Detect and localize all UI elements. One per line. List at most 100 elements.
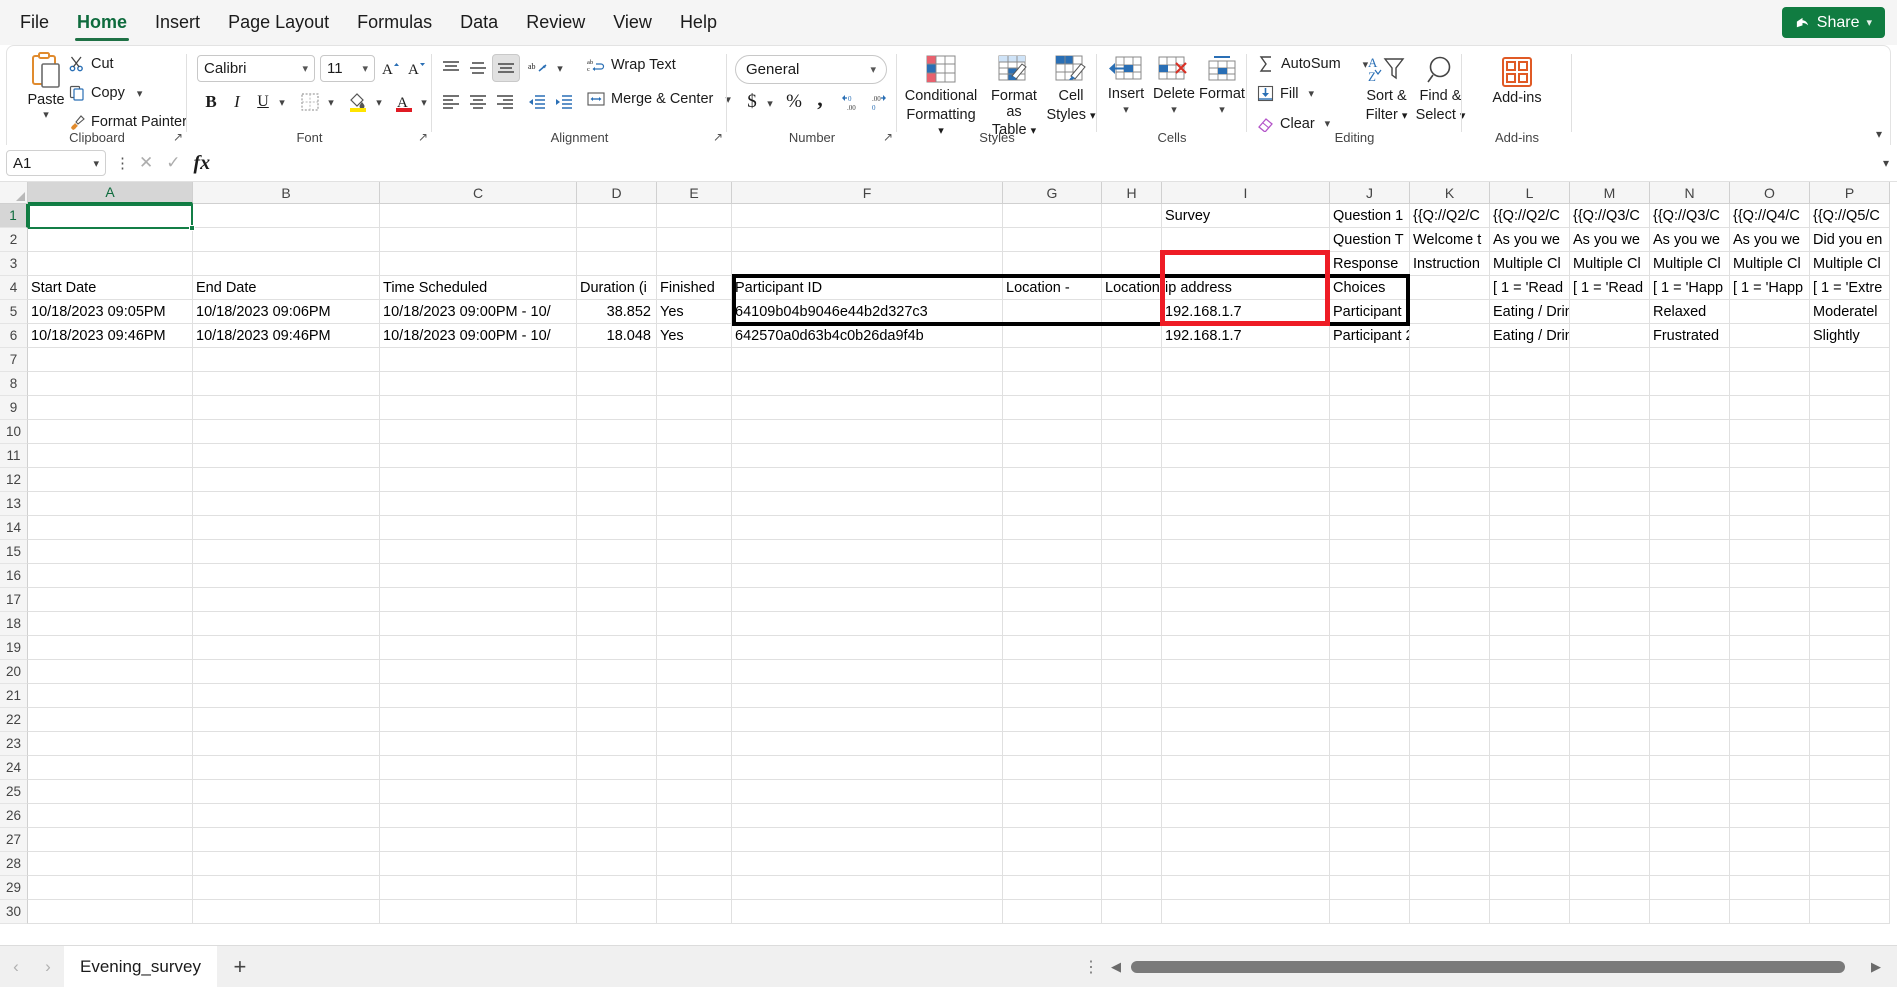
cell-A10[interactable] xyxy=(28,420,193,444)
underline-options-chevron-icon[interactable]: ▾ xyxy=(275,92,289,112)
borders-button[interactable] xyxy=(297,90,323,114)
cell-O25[interactable] xyxy=(1730,780,1810,804)
cell-D7[interactable] xyxy=(577,348,657,372)
cell-G30[interactable] xyxy=(1003,900,1102,924)
cell-P22[interactable] xyxy=(1810,708,1890,732)
cell-D21[interactable] xyxy=(577,684,657,708)
cell-F9[interactable] xyxy=(732,396,1003,420)
cell-J29[interactable] xyxy=(1330,876,1410,900)
cell-F6[interactable]: 642570a0d63b4c0b26da9f4b xyxy=(732,324,1003,348)
cell-O28[interactable] xyxy=(1730,852,1810,876)
cell-L4[interactable]: [ 1 = 'Read xyxy=(1490,276,1570,300)
format-cells-button[interactable]: Format ▾ xyxy=(1198,54,1246,116)
cell-N4[interactable]: [ 1 = 'Happ xyxy=(1650,276,1730,300)
borders-chevron-icon[interactable]: ▾ xyxy=(324,92,338,112)
cell-F17[interactable] xyxy=(732,588,1003,612)
cell-E12[interactable] xyxy=(657,468,732,492)
row-header-23[interactable]: 23 xyxy=(0,732,28,756)
cell-E24[interactable] xyxy=(657,756,732,780)
cell-N30[interactable] xyxy=(1650,900,1730,924)
cell-G6[interactable] xyxy=(1003,324,1102,348)
cell-N21[interactable] xyxy=(1650,684,1730,708)
cell-A17[interactable] xyxy=(28,588,193,612)
chevron-down-icon[interactable]: ▾ xyxy=(43,108,49,121)
cell-D24[interactable] xyxy=(577,756,657,780)
cell-styles-button[interactable]: Cell Styles ▾ xyxy=(1045,54,1097,124)
cell-N25[interactable] xyxy=(1650,780,1730,804)
cell-H3[interactable] xyxy=(1102,252,1162,276)
horizontal-scroll-thumb[interactable] xyxy=(1131,960,1845,973)
cell-H12[interactable] xyxy=(1102,468,1162,492)
cell-E25[interactable] xyxy=(657,780,732,804)
formula-input[interactable] xyxy=(222,150,1875,176)
cell-G29[interactable] xyxy=(1003,876,1102,900)
sheet-next-button[interactable]: › xyxy=(32,957,64,977)
cell-H27[interactable] xyxy=(1102,828,1162,852)
name-box[interactable]: A1 ▾ xyxy=(6,150,106,176)
cell-I14[interactable] xyxy=(1162,516,1330,540)
cell-M15[interactable] xyxy=(1570,540,1650,564)
cell-J5[interactable]: Participant 1 xyxy=(1330,300,1410,324)
fill-handle[interactable] xyxy=(189,225,195,231)
cell-D20[interactable] xyxy=(577,660,657,684)
cell-K16[interactable] xyxy=(1410,564,1490,588)
cell-G18[interactable] xyxy=(1003,612,1102,636)
ribbon-tab-view[interactable]: View xyxy=(599,0,666,45)
cell-N5[interactable]: Relaxed xyxy=(1650,300,1730,324)
cell-C10[interactable] xyxy=(380,420,577,444)
cell-B4[interactable]: End Date xyxy=(193,276,380,300)
cell-B27[interactable] xyxy=(193,828,380,852)
cell-A1[interactable] xyxy=(28,204,193,228)
comma-style-button[interactable]: , xyxy=(809,86,831,112)
cell-F8[interactable] xyxy=(732,372,1003,396)
cell-J10[interactable] xyxy=(1330,420,1410,444)
cell-N15[interactable] xyxy=(1650,540,1730,564)
row-header-4[interactable]: 4 xyxy=(0,276,28,300)
cell-F28[interactable] xyxy=(732,852,1003,876)
cell-N14[interactable] xyxy=(1650,516,1730,540)
cell-M13[interactable] xyxy=(1570,492,1650,516)
cell-H25[interactable] xyxy=(1102,780,1162,804)
cell-O18[interactable] xyxy=(1730,612,1810,636)
cell-H22[interactable] xyxy=(1102,708,1162,732)
cell-P4[interactable]: [ 1 = 'Extre xyxy=(1810,276,1890,300)
find-and-select-button[interactable]: Find & Select ▾ xyxy=(1413,54,1468,124)
cell-M26[interactable] xyxy=(1570,804,1650,828)
cell-O24[interactable] xyxy=(1730,756,1810,780)
cell-D13[interactable] xyxy=(577,492,657,516)
cell-H11[interactable] xyxy=(1102,444,1162,468)
cell-B9[interactable] xyxy=(193,396,380,420)
cell-J7[interactable] xyxy=(1330,348,1410,372)
cell-D15[interactable] xyxy=(577,540,657,564)
cell-I21[interactable] xyxy=(1162,684,1330,708)
cell-I27[interactable] xyxy=(1162,828,1330,852)
cell-P25[interactable] xyxy=(1810,780,1890,804)
cell-D12[interactable] xyxy=(577,468,657,492)
cut-button[interactable]: Cut xyxy=(69,56,114,72)
cell-N1[interactable]: {{Q://Q3/C xyxy=(1650,204,1730,228)
cell-E19[interactable] xyxy=(657,636,732,660)
cell-M28[interactable] xyxy=(1570,852,1650,876)
cell-P5[interactable]: Moderatel xyxy=(1810,300,1890,324)
cell-K5[interactable] xyxy=(1410,300,1490,324)
row-header-30[interactable]: 30 xyxy=(0,900,28,924)
cell-E26[interactable] xyxy=(657,804,732,828)
cell-C16[interactable] xyxy=(380,564,577,588)
number-dialog-launcher[interactable]: ↗ xyxy=(883,130,893,144)
cell-C30[interactable] xyxy=(380,900,577,924)
cell-L18[interactable] xyxy=(1490,612,1570,636)
cell-F15[interactable] xyxy=(732,540,1003,564)
cell-C7[interactable] xyxy=(380,348,577,372)
merge-and-center-button[interactable]: Merge & Center ▾ xyxy=(587,91,731,107)
cell-G17[interactable] xyxy=(1003,588,1102,612)
cell-I3[interactable] xyxy=(1162,252,1330,276)
cell-D29[interactable] xyxy=(577,876,657,900)
cell-O20[interactable] xyxy=(1730,660,1810,684)
cell-C6[interactable]: 10/18/2023 09:00PM - 10/ xyxy=(380,324,577,348)
cell-A21[interactable] xyxy=(28,684,193,708)
cell-J18[interactable] xyxy=(1330,612,1410,636)
cell-I26[interactable] xyxy=(1162,804,1330,828)
cell-A23[interactable] xyxy=(28,732,193,756)
cell-M7[interactable] xyxy=(1570,348,1650,372)
cell-N9[interactable] xyxy=(1650,396,1730,420)
